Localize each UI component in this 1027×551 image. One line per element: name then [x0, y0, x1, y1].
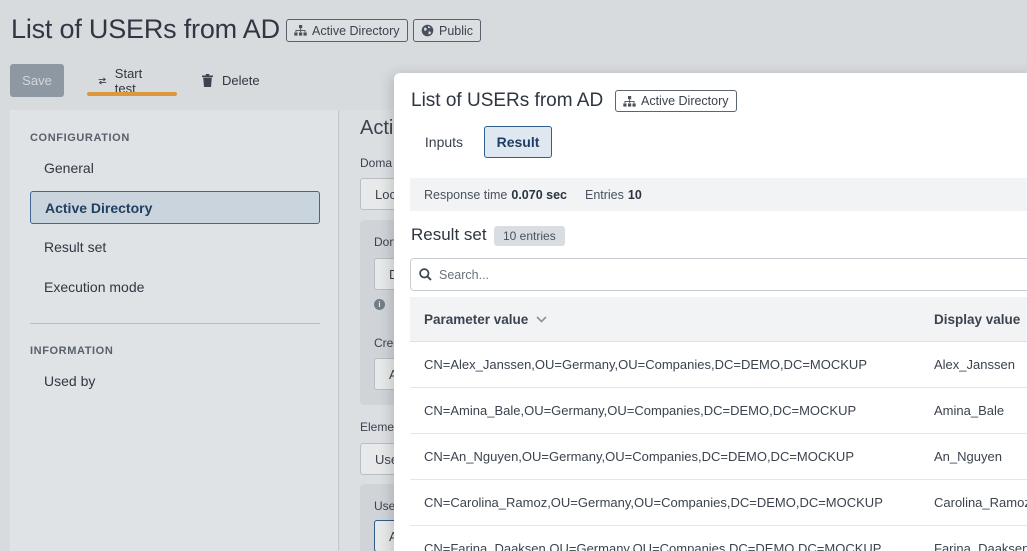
parameter-value-cell: CN=An_Nguyen,OU=Germany,OU=Companies,DC=…: [424, 449, 854, 464]
parameter-value-cell: CN=Alex_Janssen,OU=Germany,OU=Companies,…: [424, 357, 867, 372]
tab-inputs[interactable]: Inputs: [411, 126, 477, 158]
entries-label: Entries: [584, 187, 624, 202]
table-row[interactable]: CN=Farina_Daaksen,OU=Germany,OU=Companie…: [410, 526, 1027, 551]
parameter-value-cell: CN=Farina_Daaksen,OU=Germany,OU=Companie…: [424, 541, 882, 551]
hierarchy-icon: [623, 95, 636, 107]
response-time-label: Response time: [424, 187, 508, 202]
display-value-cell: Amina_Bale: [934, 403, 1005, 418]
table-row[interactable]: CN=Carolina_Ramoz,OU=Germany,OU=Companie…: [410, 480, 1027, 526]
tab-result[interactable]: Result: [484, 126, 552, 158]
parameter-value-cell: CN=Amina_Bale,OU=Germany,OU=Companies,DC…: [424, 403, 857, 418]
search-icon: [419, 268, 432, 281]
search-box: [410, 258, 1027, 291]
display-value-cell: Carolina_Ramoz: [934, 495, 1027, 510]
badge-label: Active Directory: [641, 94, 729, 108]
display-value-cell: Farina_Daaksen: [934, 541, 1027, 551]
column-header-display-value[interactable]: Display value: [921, 312, 1027, 327]
response-time-value: 0.070 sec: [511, 187, 567, 202]
column-header-label: Parameter value: [424, 311, 529, 327]
table-row[interactable]: CN=An_Nguyen,OU=Germany,OU=Companies,DC=…: [410, 434, 1027, 480]
response-stats: Response time 0.070 sec Entries 10: [410, 178, 1027, 211]
result-table: Parameter value Display value CN=Alex_Ja…: [410, 297, 1027, 551]
display-value-cell: An_Nguyen: [934, 449, 1002, 464]
modal-active-directory-badge: Active Directory: [615, 90, 737, 112]
display-value-cell: Alex_Janssen: [934, 357, 1015, 372]
result-set-title: Result set: [411, 225, 487, 244]
search-input[interactable]: [439, 267, 839, 282]
entries-value: 10: [627, 187, 642, 202]
table-row[interactable]: CN=Alex_Janssen,OU=Germany,OU=Companies,…: [410, 342, 1027, 388]
table-header: Parameter value Display value: [410, 297, 1027, 342]
test-result-modal: List of USERs from AD Active Directory I…: [394, 73, 1027, 551]
modal-title: List of USERs from AD: [411, 90, 604, 111]
chevron-down-icon: [536, 315, 547, 323]
table-row[interactable]: CN=Amina_Bale,OU=Germany,OU=Companies,DC…: [410, 388, 1027, 434]
parameter-value-cell: CN=Carolina_Ramoz,OU=Germany,OU=Companie…: [424, 495, 883, 510]
result-count-badge: 10 entries: [494, 226, 565, 246]
column-header-parameter-value[interactable]: Parameter value: [410, 312, 921, 327]
